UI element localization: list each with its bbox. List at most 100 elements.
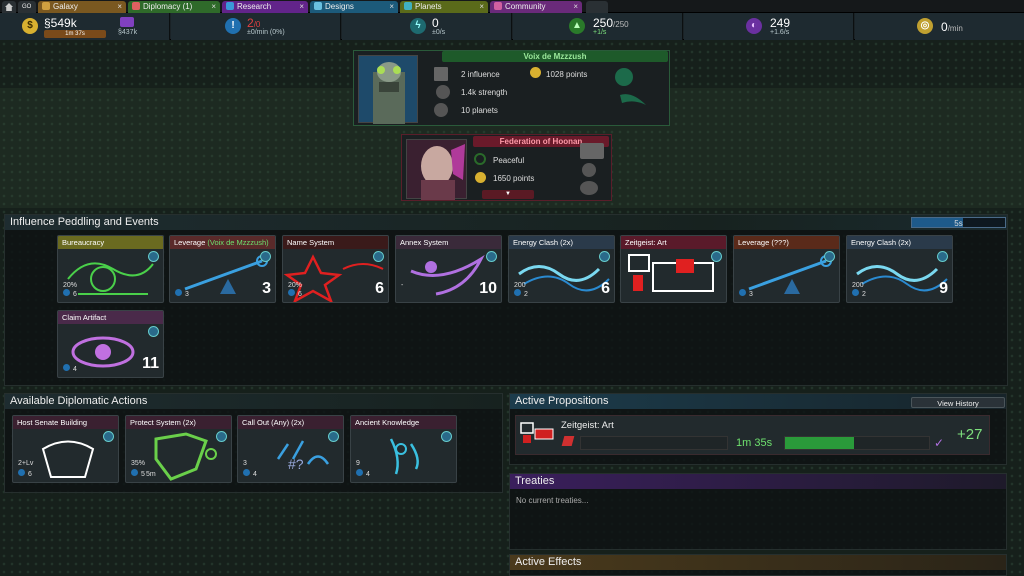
senate-icon bbox=[580, 143, 604, 159]
research-icon bbox=[226, 2, 234, 10]
peddling-card[interactable]: Leverage (???) 3 bbox=[733, 235, 840, 303]
diplomatic-action-card[interactable]: Call Out (Any) (2x) #? 3 4 bbox=[237, 415, 344, 483]
self-portrait bbox=[358, 55, 418, 124]
bid-icon[interactable] bbox=[824, 251, 835, 262]
bid-icon[interactable] bbox=[937, 251, 948, 262]
other-points: 1650 points bbox=[493, 174, 535, 183]
self-empire-panel[interactable]: Voix de Mzzzush 2 influence 1.4k strengt… bbox=[353, 50, 670, 126]
money-icon: $ bbox=[22, 18, 38, 34]
resource-influence[interactable]: ! 2/0 ±0/min (0%) bbox=[171, 13, 341, 40]
card-modifier: 20% bbox=[63, 282, 78, 289]
card-cost: 4 bbox=[63, 364, 77, 373]
bid-icon[interactable] bbox=[328, 431, 339, 442]
bid-icon[interactable] bbox=[486, 251, 497, 262]
proposition-name: Zeitgeist: Art bbox=[561, 420, 614, 431]
resource-defense[interactable]: ◎ 0/min bbox=[855, 13, 1024, 40]
tab-research[interactable]: Research × bbox=[222, 1, 308, 13]
close-icon[interactable]: × bbox=[211, 1, 216, 13]
other-status: Peaceful bbox=[493, 156, 525, 165]
bid-icon[interactable] bbox=[260, 251, 271, 262]
card-cost: 6 bbox=[63, 289, 77, 298]
bid-icon[interactable] bbox=[373, 251, 384, 262]
tab-community[interactable]: Community × bbox=[490, 1, 582, 13]
bid-icon[interactable] bbox=[599, 251, 610, 262]
influence-icon bbox=[63, 289, 70, 296]
card-modifier: 35% bbox=[131, 460, 146, 467]
research-rate: +1.6/s bbox=[770, 29, 790, 36]
vote-check-icon[interactable]: ✓ bbox=[934, 436, 948, 450]
peddling-card[interactable]: Claim Artifact 4 11 bbox=[57, 310, 164, 378]
card-title: Host Senate Building bbox=[13, 416, 118, 429]
resource-energy[interactable]: ϟ 0 ±0/s bbox=[342, 13, 512, 40]
community-icon bbox=[494, 2, 502, 10]
tab-label: Galaxy bbox=[53, 2, 78, 11]
close-icon[interactable]: × bbox=[299, 1, 304, 13]
card-modifier: 9 bbox=[356, 460, 360, 467]
bid-icon[interactable] bbox=[148, 326, 159, 337]
card-title: Claim Artifact bbox=[58, 311, 163, 324]
peddling-card[interactable]: Leverage (Voix de Mzzzush) 3 3 bbox=[169, 235, 276, 303]
peddling-card[interactable]: Bureaucracy 20% 6 bbox=[57, 235, 164, 303]
card-title: Name System bbox=[283, 236, 388, 249]
designs-icon bbox=[314, 2, 322, 10]
tab-label: Community bbox=[505, 2, 546, 11]
card-modifier: 20% bbox=[288, 282, 303, 289]
new-tab-button[interactable] bbox=[586, 1, 608, 13]
defense-value: 0/min bbox=[941, 20, 963, 34]
peddling-card[interactable]: Name System 20% 6 6 bbox=[282, 235, 389, 303]
influence-icon bbox=[288, 289, 295, 296]
tab-go[interactable]: GO bbox=[18, 1, 36, 13]
bid-icon[interactable] bbox=[216, 431, 227, 442]
proposer-icon bbox=[561, 436, 575, 446]
peddling-card[interactable]: Energy Clash (2x) 200 2 6 bbox=[508, 235, 615, 303]
resource-money[interactable]: $ §549k 1m 37s §437k bbox=[0, 13, 170, 40]
tab-home[interactable] bbox=[2, 1, 16, 13]
tab-designs[interactable]: Designs × bbox=[310, 1, 398, 13]
diplomatic-action-card[interactable]: Protect System (2x) 35% 5m 5 bbox=[125, 415, 232, 483]
close-icon[interactable]: × bbox=[117, 1, 122, 13]
tab-planets[interactable]: Planets × bbox=[400, 1, 488, 13]
diplomatic-action-card[interactable]: Host Senate Building 2+Lv 6 bbox=[12, 415, 119, 483]
influence-icon bbox=[514, 289, 521, 296]
resource-research[interactable]: ◐ 249 +1.6/s bbox=[684, 13, 854, 40]
card-cost: 4 bbox=[243, 469, 257, 478]
tab-galaxy[interactable]: Galaxy × bbox=[38, 1, 126, 13]
card-title: Bureaucracy bbox=[58, 236, 163, 249]
points-icon bbox=[475, 172, 486, 183]
close-icon[interactable]: × bbox=[389, 1, 394, 13]
resource-ftl[interactable]: ▲ 250/250 +1/s bbox=[513, 13, 683, 40]
close-icon[interactable]: × bbox=[573, 1, 578, 13]
money-value: §549k bbox=[44, 16, 77, 30]
peddling-card[interactable]: Zeitgeist: Art bbox=[620, 235, 727, 303]
influence-icon bbox=[63, 364, 70, 371]
card-modifier: 200 bbox=[514, 282, 526, 289]
diplomacy-icon bbox=[132, 2, 140, 10]
diplomatic-action-card[interactable]: Ancient Knowledge 9 4 bbox=[350, 415, 457, 483]
bid-icon[interactable] bbox=[441, 431, 452, 442]
self-strength: 1.4k strength bbox=[461, 88, 508, 97]
expand-button[interactable]: ▼ bbox=[482, 190, 534, 199]
bid-icon[interactable] bbox=[148, 251, 159, 262]
card-bid-value: 11 bbox=[142, 355, 159, 372]
ftl-icon: ▲ bbox=[569, 18, 585, 34]
diplomatic-title: Available Diplomatic Actions bbox=[5, 394, 502, 409]
view-history-button[interactable]: View History bbox=[911, 397, 1005, 408]
card-modifier: 2+Lv bbox=[18, 460, 34, 467]
points-icon bbox=[530, 67, 541, 78]
card-bid-value: 6 bbox=[375, 280, 384, 297]
bid-icon[interactable] bbox=[103, 431, 114, 442]
peddling-card[interactable]: Energy Clash (2x) 200 2 9 bbox=[846, 235, 953, 303]
card-bid-value: 10 bbox=[479, 280, 497, 297]
defense-icon: ◎ bbox=[917, 18, 933, 34]
peddling-card[interactable]: Annex System - 10 bbox=[395, 235, 502, 303]
treaties-title: Treaties bbox=[510, 474, 1006, 489]
other-empire-panel[interactable]: Federation of Hoonan Peaceful 1650 point… bbox=[401, 134, 612, 201]
treaties-section: Treaties No current treaties... bbox=[509, 473, 1007, 550]
proposition-opposition-bar bbox=[580, 436, 728, 450]
tab-diplomacy[interactable]: Diplomacy (1) × bbox=[128, 1, 220, 13]
card-cost: 6 bbox=[288, 289, 302, 298]
close-icon[interactable]: × bbox=[479, 1, 484, 13]
proposition-item[interactable]: Zeitgeist: Art 1m 35s ✓ +27 bbox=[515, 415, 990, 455]
influence-icon bbox=[356, 469, 363, 476]
bid-icon[interactable] bbox=[711, 251, 722, 262]
